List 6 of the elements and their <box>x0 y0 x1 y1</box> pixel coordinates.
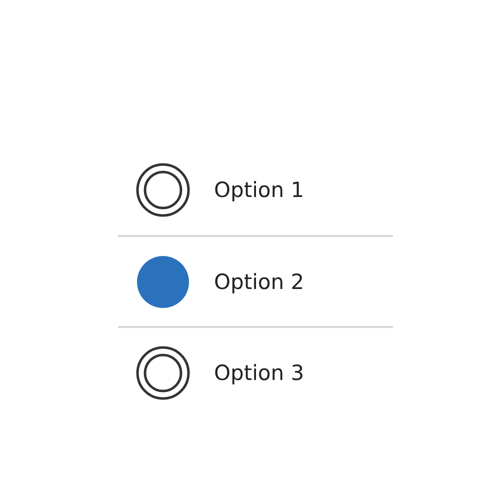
radio-button[interactable] <box>136 162 190 216</box>
option-label: Option 2 <box>214 270 304 294</box>
radio-button[interactable] <box>136 346 190 400</box>
option-label: Option 1 <box>214 178 304 202</box>
option-label: Option 3 <box>214 360 304 384</box>
radio-button[interactable] <box>136 254 190 308</box>
